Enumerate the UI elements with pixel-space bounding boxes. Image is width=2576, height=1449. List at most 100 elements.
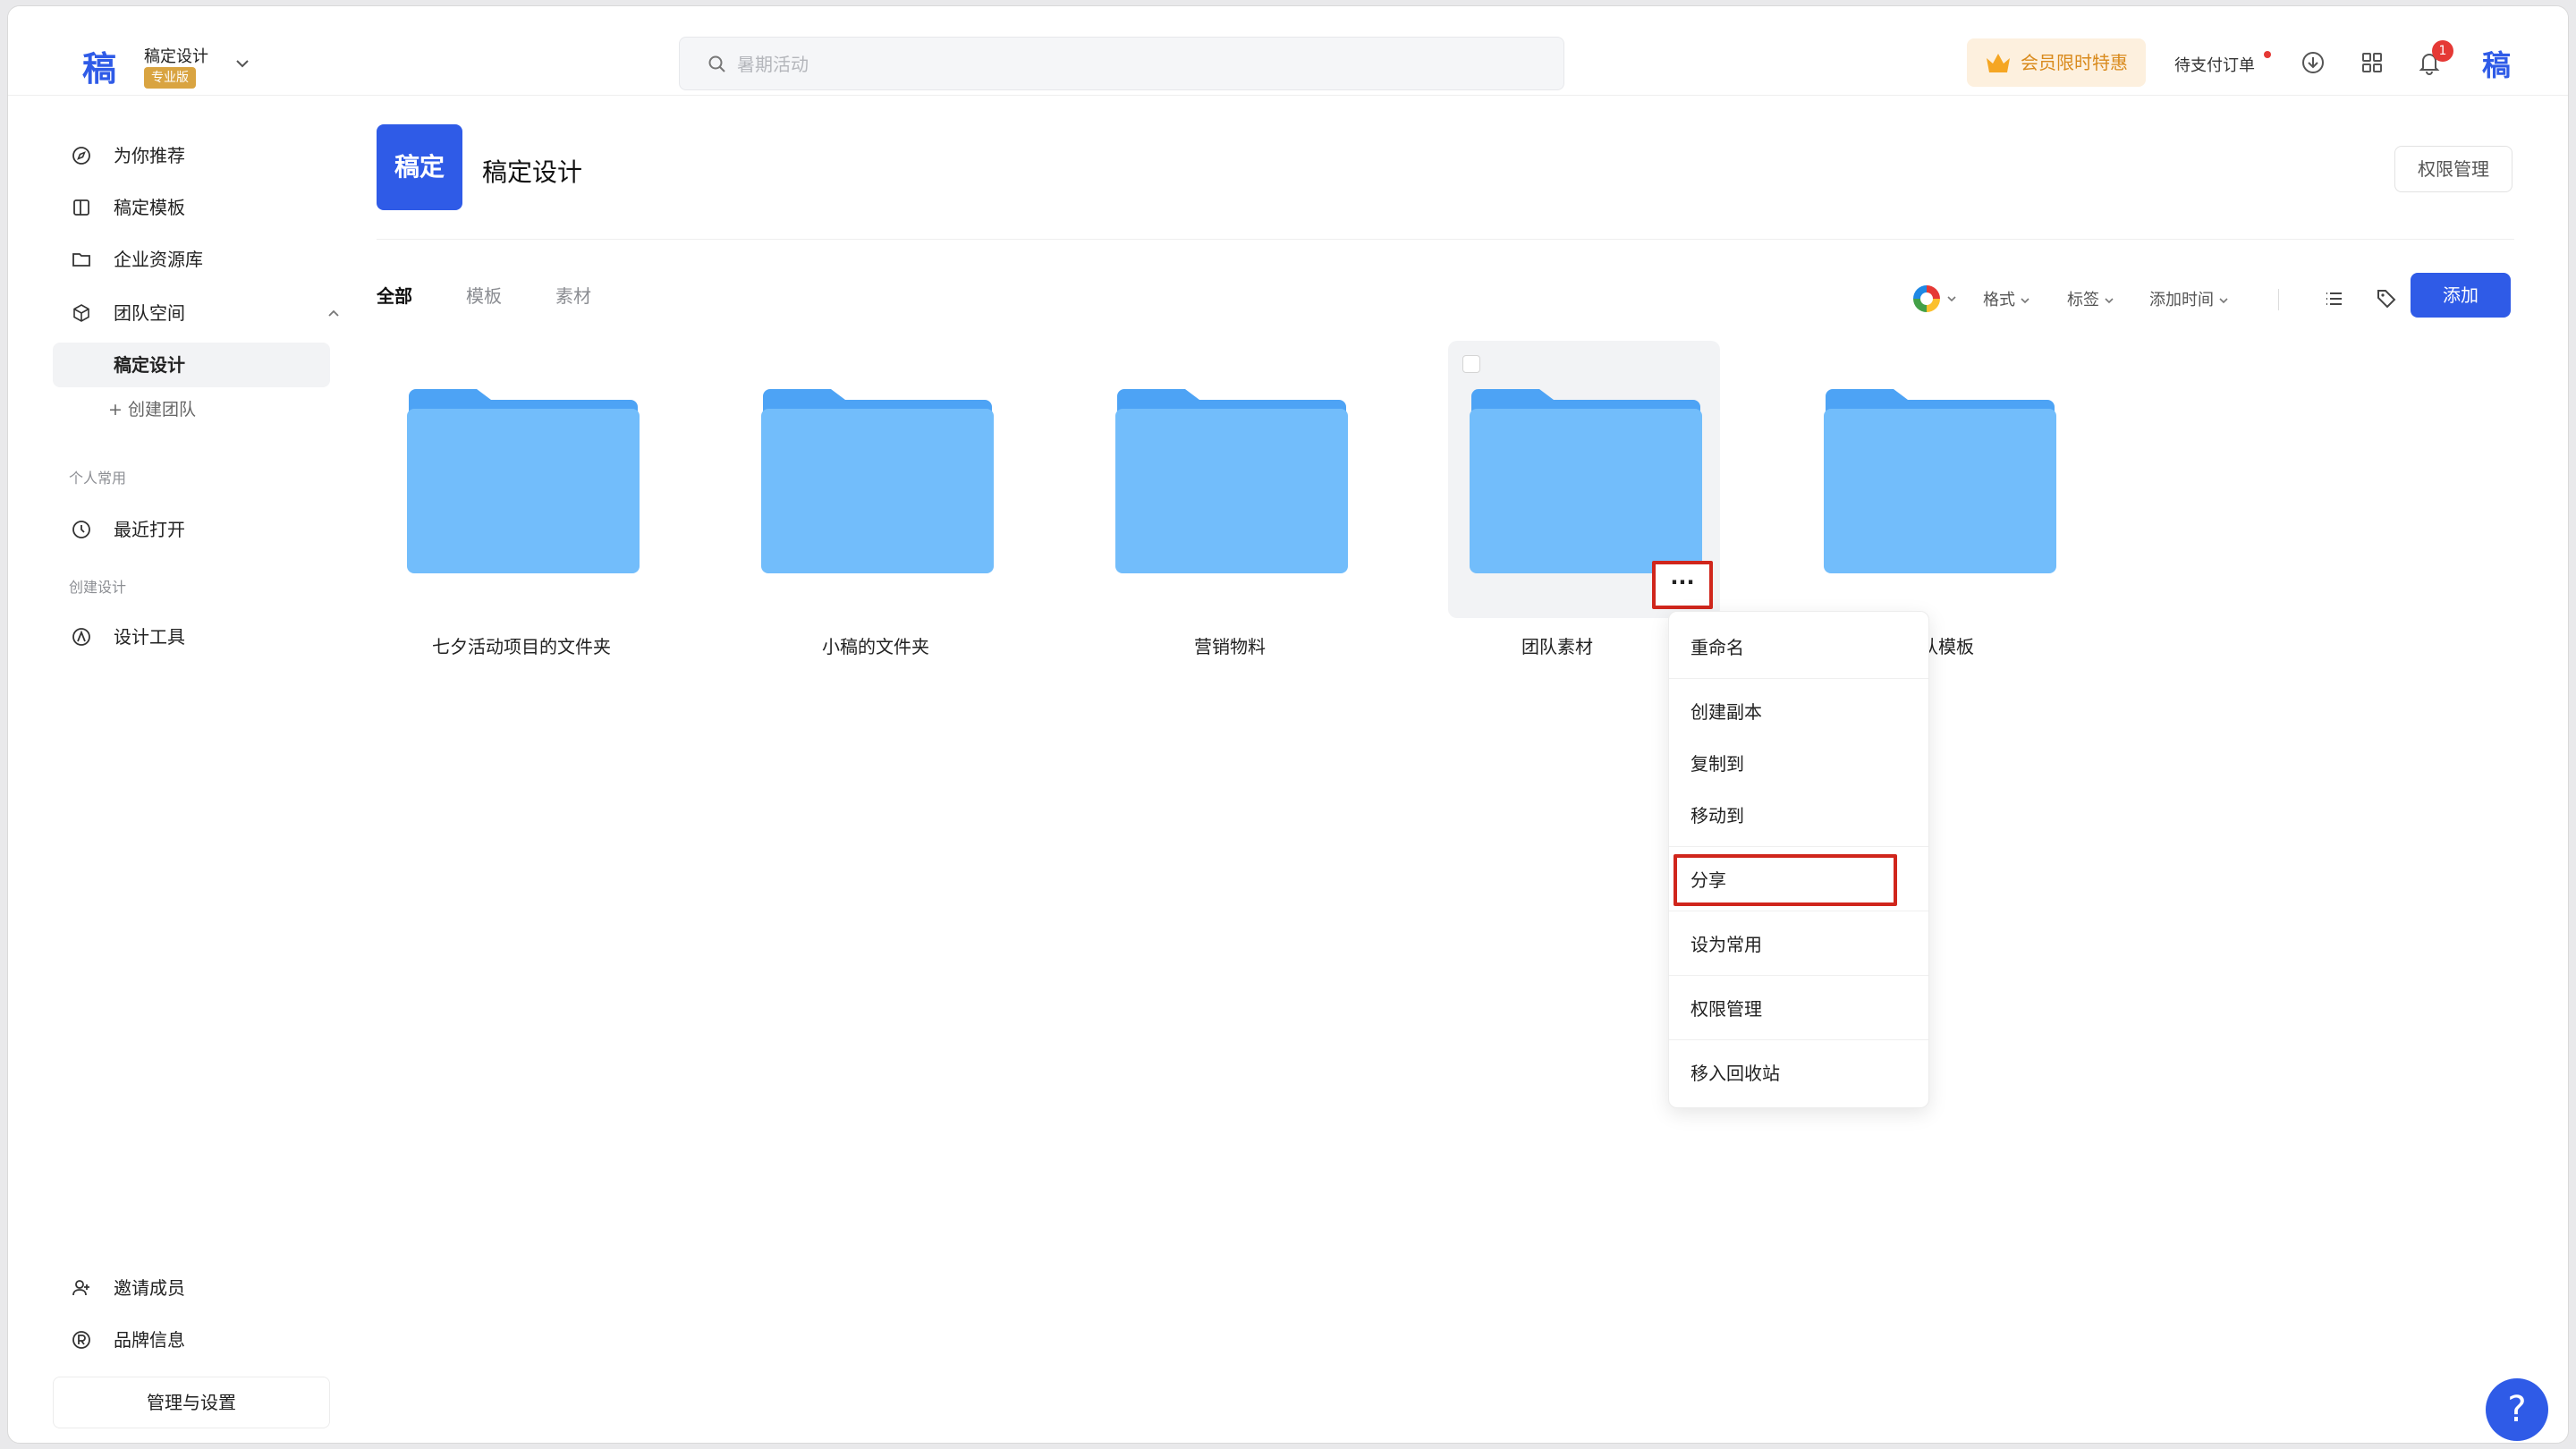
sidebar-item-label: 稿定设计 bbox=[114, 354, 185, 376]
chevron-down-icon bbox=[2105, 298, 2114, 304]
toolbar-separator bbox=[2278, 289, 2279, 310]
sidebar-item-brand-info[interactable]: 品牌信息 bbox=[53, 1318, 330, 1362]
folder-item[interactable] bbox=[386, 341, 657, 618]
permission-management-button[interactable]: 权限管理 bbox=[2394, 146, 2512, 192]
color-filter-icon[interactable] bbox=[1913, 285, 1940, 312]
sidebar-item-label: 设计工具 bbox=[114, 626, 185, 648]
team-name[interactable]: 稿定设计 bbox=[144, 44, 208, 67]
sidebar-item-label: 邀请成员 bbox=[114, 1277, 185, 1299]
section-label-create: 创建设计 bbox=[69, 579, 127, 596]
folder-icon bbox=[1470, 389, 1702, 573]
folder-outline-icon bbox=[72, 253, 90, 267]
chevron-down-icon[interactable] bbox=[232, 53, 253, 74]
sidebar-item-label: 团队空间 bbox=[114, 302, 185, 324]
menu-item-rename[interactable]: 重命名 bbox=[1669, 626, 1928, 669]
search-input[interactable] bbox=[737, 47, 1524, 82]
folder-name-text: 团队素材 bbox=[1521, 636, 1593, 657]
folder-item[interactable] bbox=[1802, 341, 2074, 618]
add-user-icon bbox=[72, 1280, 89, 1296]
added-time-sort[interactable]: 添加时间 bbox=[2149, 287, 2230, 310]
menu-item-move-to-trash[interactable]: 移入回收站 bbox=[1669, 1052, 1928, 1095]
plan-badge: 专业版 bbox=[144, 67, 196, 89]
tag-filter-label: 标签 bbox=[2067, 291, 2099, 309]
menu-item-duplicate[interactable]: 创建副本 bbox=[1669, 691, 1928, 733]
sidebar-item-design-tools[interactable]: 设计工具 bbox=[53, 614, 330, 659]
add-button[interactable]: 添加 bbox=[2411, 273, 2511, 318]
search-bar bbox=[679, 37, 1564, 90]
folder-item[interactable] bbox=[740, 341, 1012, 618]
vip-promo-button[interactable]: 会员限时特惠 bbox=[1967, 38, 2146, 87]
registered-icon bbox=[72, 1331, 90, 1349]
menu-item-set-favorite[interactable]: 设为常用 bbox=[1669, 923, 1928, 966]
added-time-label: 添加时间 bbox=[2149, 291, 2214, 309]
page-title: 稿定设计 bbox=[482, 157, 583, 187]
menu-divider bbox=[1669, 1039, 1928, 1040]
folder-name: 营销物料 bbox=[1194, 636, 1266, 657]
folder-icon bbox=[407, 389, 640, 573]
menu-divider bbox=[1669, 975, 1928, 976]
crown-icon bbox=[1987, 54, 2010, 72]
pending-orders-link[interactable]: 待支付订单 bbox=[2174, 53, 2255, 76]
folder-name: 小稿的文件夹 bbox=[822, 636, 929, 657]
tab-materials[interactable]: 素材 bbox=[555, 282, 591, 308]
vip-promo-label: 会员限时特惠 bbox=[2021, 52, 2128, 73]
menu-divider bbox=[1669, 846, 1928, 847]
sidebar-item-invite-members[interactable]: 邀请成员 bbox=[53, 1266, 330, 1310]
sidebar-item-label: 稿定模板 bbox=[114, 197, 185, 218]
tag-filter[interactable]: 标签 bbox=[2067, 287, 2115, 310]
manage-settings-button[interactable]: 管理与设置 bbox=[53, 1377, 330, 1428]
share-highlight-box bbox=[1674, 854, 1897, 906]
folder-icon bbox=[1115, 389, 1348, 573]
section-label-personal: 个人常用 bbox=[69, 470, 127, 487]
sidebar-item-label: 为你推荐 bbox=[114, 145, 185, 166]
app-logo[interactable]: 稿 bbox=[76, 46, 123, 92]
folder-name: 七夕活动项目的文件夹 bbox=[432, 636, 611, 657]
menu-item-permissions[interactable]: 权限管理 bbox=[1669, 987, 1928, 1030]
orders-dot bbox=[2264, 51, 2271, 58]
tool-icon bbox=[72, 628, 90, 646]
divider bbox=[377, 239, 2514, 240]
help-button[interactable]: ? bbox=[2486, 1378, 2548, 1441]
app-window: 稿 稿定设计 专业版 会员限时特惠 待支付订单 1 稿 为你推荐 稿定模板 bbox=[7, 5, 2569, 1444]
sidebar-item-recent[interactable]: 最近打开 bbox=[53, 507, 330, 552]
clock-icon bbox=[72, 521, 90, 538]
chevron-down-icon bbox=[2219, 298, 2228, 304]
chevron-down-icon[interactable] bbox=[1945, 292, 1958, 305]
folder-item[interactable] bbox=[1094, 341, 1366, 618]
sidebar-item-label: 品牌信息 bbox=[114, 1329, 185, 1351]
sidebar-item-label: 最近打开 bbox=[114, 519, 185, 540]
more-options-button[interactable]: ··· bbox=[1652, 561, 1713, 609]
chevron-up-icon[interactable] bbox=[325, 304, 343, 322]
cube-icon bbox=[73, 304, 89, 322]
format-filter[interactable]: 格式 bbox=[1983, 287, 2031, 310]
user-avatar[interactable]: 稿 bbox=[2477, 46, 2516, 85]
tag-icon[interactable] bbox=[2373, 285, 2400, 312]
list-view-icon[interactable] bbox=[2321, 285, 2348, 312]
format-filter-label: 格式 bbox=[1983, 291, 2015, 309]
sidebar-item-templates[interactable]: 稿定模板 bbox=[53, 185, 330, 230]
folder-icon bbox=[1824, 389, 2056, 573]
compass-icon bbox=[72, 147, 90, 165]
tab-all[interactable]: 全部 bbox=[377, 282, 412, 308]
search-icon bbox=[708, 55, 725, 72]
apps-grid-icon[interactable] bbox=[2357, 47, 2387, 78]
chevron-down-icon bbox=[2021, 298, 2029, 304]
create-team-link[interactable]: + 创建团队 bbox=[108, 396, 196, 420]
folder-icon bbox=[761, 389, 994, 573]
select-checkbox[interactable] bbox=[1462, 355, 1480, 373]
menu-divider bbox=[1669, 678, 1928, 679]
menu-item-copy-to[interactable]: 复制到 bbox=[1669, 742, 1928, 785]
book-icon bbox=[73, 199, 89, 216]
menu-item-move-to[interactable]: 移动到 bbox=[1669, 794, 1928, 837]
tab-templates[interactable]: 模板 bbox=[466, 282, 502, 308]
top-header: 稿 稿定设计 专业版 会员限时特惠 待支付订单 1 稿 bbox=[8, 6, 2568, 96]
space-logo: 稿定 bbox=[377, 124, 462, 210]
sidebar: 为你推荐 稿定模板 企业资源库 团队空间 稿定设计 + 创建团队 个人常用 最近… bbox=[8, 96, 348, 1443]
sidebar-item-team-space[interactable]: 团队空间 bbox=[53, 291, 339, 335]
sidebar-item-recommended[interactable]: 为你推荐 bbox=[53, 133, 330, 178]
notification-count-badge: 1 bbox=[2432, 40, 2453, 62]
sidebar-item-enterprise-library[interactable]: 企业资源库 bbox=[53, 237, 330, 282]
sidebar-item-label: 企业资源库 bbox=[114, 249, 203, 270]
sidebar-item-gaoding-design[interactable]: 稿定设计 bbox=[53, 343, 330, 387]
download-icon[interactable] bbox=[2298, 47, 2328, 78]
